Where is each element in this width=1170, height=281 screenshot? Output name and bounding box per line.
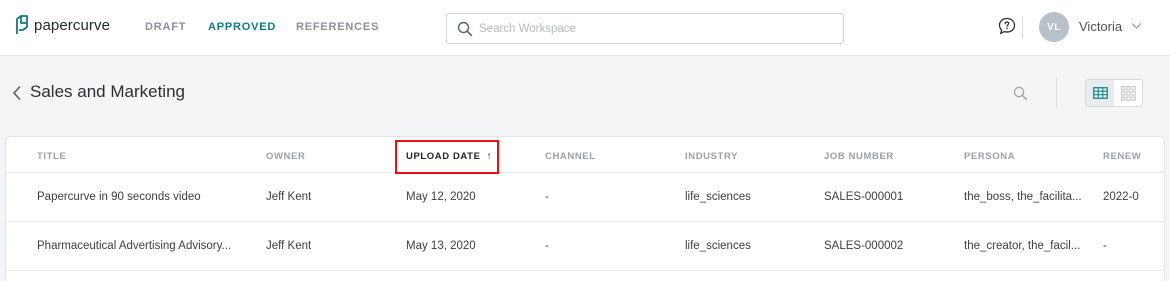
- table-row[interactable]: Pharmaceutical Advertising Advisory... J…: [6, 222, 1164, 271]
- cell-persona: the_boss, the_facilita...: [964, 191, 1082, 203]
- cell-job-number: SALES-000002: [824, 240, 904, 252]
- column-header-renew[interactable]: RENEW: [1103, 151, 1141, 162]
- cell-channel: -: [545, 240, 549, 252]
- highlight-box: [395, 140, 499, 174]
- tab-draft[interactable]: DRAFT: [145, 21, 186, 33]
- cell-title: Pharmaceutical Advertising Advisory...: [37, 240, 232, 252]
- cell-title: Papercurve in 90 seconds video: [37, 191, 201, 203]
- tab-references[interactable]: REFERENCES: [296, 21, 379, 33]
- avatar[interactable]: VL: [1039, 12, 1069, 42]
- table-row[interactable]: Papercurve in 90 seconds video Jeff Kent…: [6, 173, 1164, 222]
- column-header-channel[interactable]: CHANNEL: [545, 151, 596, 162]
- column-header-industry[interactable]: INDUSTRY: [685, 151, 738, 162]
- papercurve-logo-icon: [16, 15, 28, 34]
- cell-owner: Jeff Kent: [266, 240, 312, 252]
- table-view-icon: [1092, 87, 1108, 99]
- cell-persona: the_creator, the_facil...: [964, 240, 1081, 252]
- help-chat-icon[interactable]: [998, 17, 1016, 35]
- list-view-button[interactable]: [1086, 80, 1114, 106]
- column-header-owner[interactable]: OWNER: [266, 151, 305, 162]
- logo-text: papercurve: [34, 16, 111, 34]
- cell-upload-date: May 13, 2020: [406, 240, 476, 252]
- cell-renew: 2022-0: [1103, 191, 1139, 203]
- divider: [1056, 78, 1057, 108]
- documents-table: TITLE OWNER UPLOAD DATE ↑ CHANNEL INDUST…: [5, 136, 1165, 281]
- column-header-persona[interactable]: PERSONA: [964, 151, 1015, 162]
- search-input[interactable]: [479, 20, 829, 38]
- cell-upload-date: May 12, 2020: [406, 191, 476, 203]
- tab-approved[interactable]: APPROVED: [208, 21, 276, 33]
- table-header: TITLE OWNER UPLOAD DATE ↑ CHANNEL INDUST…: [6, 137, 1164, 174]
- page-title: Sales and Marketing: [30, 82, 185, 101]
- view-toggle: [1085, 79, 1143, 107]
- cell-industry: life_sciences: [685, 191, 751, 203]
- chevron-down-icon[interactable]: [1131, 22, 1142, 30]
- top-nav-bar: papercurve DRAFT APPROVED REFERENCES VL …: [0, 0, 1170, 56]
- workspace-search: [446, 13, 844, 44]
- cell-renew: -: [1103, 240, 1107, 252]
- papercurve-logo[interactable]: papercurve: [15, 15, 110, 35]
- search-icon[interactable]: [1013, 86, 1028, 101]
- grid-view-icon: [1120, 85, 1136, 101]
- column-header-job-number[interactable]: JOB NUMBER: [824, 151, 894, 162]
- cell-channel: -: [545, 191, 549, 203]
- user-name[interactable]: Victoria: [1079, 19, 1122, 34]
- back-chevron-icon[interactable]: [12, 85, 22, 101]
- cell-industry: life_sciences: [685, 240, 751, 252]
- cell-job-number: SALES-000001: [824, 191, 904, 203]
- cell-owner: Jeff Kent: [266, 191, 312, 203]
- search-icon: [457, 21, 473, 37]
- grid-view-button[interactable]: [1114, 80, 1142, 106]
- divider: [1022, 16, 1023, 38]
- column-header-title[interactable]: TITLE: [37, 151, 66, 162]
